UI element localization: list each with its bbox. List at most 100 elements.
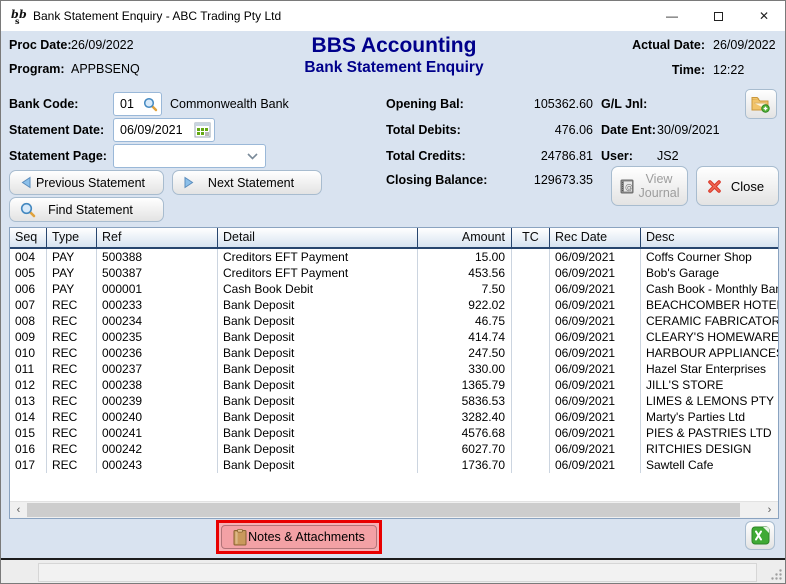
table-row[interactable]: 014 REC 000240 Bank Deposit 3282.40 06/0… xyxy=(10,409,778,425)
table-row[interactable]: 011 REC 000237 Bank Deposit 330.00 06/09… xyxy=(10,361,778,377)
col-header-desc[interactable]: Desc xyxy=(641,228,778,247)
cell-rec_date: 06/09/2021 xyxy=(550,393,641,409)
cell-rec_date: 06/09/2021 xyxy=(550,361,641,377)
statement-page-select[interactable] xyxy=(113,144,266,168)
cell-type: REC xyxy=(47,329,97,345)
total-debits-label: Total Debits: xyxy=(386,123,461,137)
cell-amount: 922.02 xyxy=(418,297,512,313)
notes-highlight-annotation: Notes & Attachments xyxy=(216,520,382,554)
bank-code-lookup-icon[interactable] xyxy=(143,97,161,112)
cell-desc: JILL'S STORE xyxy=(646,378,724,392)
opening-bal-value: 105362.60 xyxy=(533,97,593,111)
table-row[interactable]: 015 REC 000241 Bank Deposit 4576.68 06/0… xyxy=(10,425,778,441)
cell-detail: Bank Deposit xyxy=(218,313,418,329)
cell-ref: 000241 xyxy=(97,425,218,441)
user-label: User: xyxy=(601,149,633,163)
view-journal-button[interactable]: @ View Journal xyxy=(611,166,688,206)
cell-type: PAY xyxy=(47,265,97,281)
cell-ref: 000240 xyxy=(97,409,218,425)
table-row[interactable]: 012 REC 000238 Bank Deposit 1365.79 06/0… xyxy=(10,377,778,393)
cell-tc xyxy=(512,393,550,409)
col-header-amount[interactable]: Amount xyxy=(418,228,512,247)
cell-desc: HARBOUR APPLIANCES xyxy=(646,346,778,360)
gl-jnl-attach-button[interactable] xyxy=(745,89,777,119)
col-header-type[interactable]: Type xyxy=(47,228,97,247)
chevron-down-icon xyxy=(247,152,265,160)
notes-attachments-button[interactable]: Notes & Attachments xyxy=(221,525,377,549)
cell-detail: Bank Deposit xyxy=(218,393,418,409)
cell-rec_date: 06/09/2021 xyxy=(550,425,641,441)
table-row[interactable]: 005 PAY 500387 Creditors EFT Payment 453… xyxy=(10,265,778,281)
table-row[interactable]: 016 REC 000242 Bank Deposit 6027.70 06/0… xyxy=(10,441,778,457)
col-header-ref[interactable]: Ref xyxy=(97,228,218,247)
cell-type: REC xyxy=(47,345,97,361)
scroll-right-icon[interactable]: › xyxy=(761,502,778,518)
statement-date-value: 06/09/2021 xyxy=(120,123,183,137)
table-row[interactable]: 017 REC 000243 Bank Deposit 1736.70 06/0… xyxy=(10,457,778,473)
cell-seq: 006 xyxy=(10,281,47,297)
cell-ref: 000237 xyxy=(97,361,218,377)
folder-add-icon xyxy=(751,95,771,113)
status-bar xyxy=(1,560,785,583)
cell-type: REC xyxy=(47,393,97,409)
maximize-button[interactable] xyxy=(695,1,741,31)
cell-amount: 5836.53 xyxy=(418,393,512,409)
actual-date-label: Actual Date: xyxy=(632,38,705,52)
cell-amount: 15.00 xyxy=(418,249,512,265)
cell-ref: 000234 xyxy=(97,313,218,329)
export-excel-button[interactable] xyxy=(745,521,775,550)
cell-tc xyxy=(512,313,550,329)
cell-seq: 017 xyxy=(10,457,47,473)
cell-amount: 3282.40 xyxy=(418,409,512,425)
cell-detail: Bank Deposit xyxy=(218,329,418,345)
col-header-detail[interactable]: Detail xyxy=(218,228,418,247)
table-row[interactable]: 007 REC 000233 Bank Deposit 922.02 06/09… xyxy=(10,297,778,313)
next-statement-button[interactable]: Next Statement xyxy=(172,170,322,195)
find-statement-label: Find Statement xyxy=(48,202,133,217)
scrollbar-thumb[interactable] xyxy=(27,503,740,517)
cell-ref: 500388 xyxy=(97,249,218,265)
resize-grip-icon[interactable] xyxy=(770,568,783,581)
cell-detail: Creditors EFT Payment xyxy=(218,249,418,265)
statement-page-label: Statement Page: xyxy=(9,149,107,163)
cell-tc xyxy=(512,265,550,281)
scroll-left-icon[interactable]: ‹ xyxy=(10,502,27,518)
previous-statement-button[interactable]: Previous Statement xyxy=(9,170,164,195)
table-row[interactable]: 010 REC 000236 Bank Deposit 247.50 06/09… xyxy=(10,345,778,361)
cell-seq: 010 xyxy=(10,345,47,361)
find-statement-button[interactable]: Find Statement xyxy=(9,197,164,222)
status-panel xyxy=(38,563,757,582)
window-close-button[interactable]: ✕ xyxy=(741,1,785,31)
window-title: Bank Statement Enquiry - ABC Trading Pty… xyxy=(33,9,282,23)
cell-ref: 000239 xyxy=(97,393,218,409)
col-header-seq[interactable]: Seq xyxy=(10,228,47,247)
cell-ref: 000238 xyxy=(97,377,218,393)
table-row[interactable]: 009 REC 000235 Bank Deposit 414.74 06/09… xyxy=(10,329,778,345)
client-area: Proc Date: 26/09/2022 Program: APPBSENQ … xyxy=(1,31,785,558)
cell-rec_date: 06/09/2021 xyxy=(550,409,641,425)
table-row[interactable]: 006 PAY 000001 Cash Book Debit 7.50 06/0… xyxy=(10,281,778,297)
statement-date-field[interactable]: 06/09/2021 xyxy=(113,118,215,142)
cell-detail: Bank Deposit xyxy=(218,345,418,361)
col-header-tc[interactable]: TC xyxy=(512,228,550,247)
cell-rec_date: 06/09/2021 xyxy=(550,377,641,393)
excel-icon xyxy=(751,526,770,545)
cell-amount: 6027.70 xyxy=(418,441,512,457)
maximize-icon xyxy=(713,11,723,21)
close-button[interactable]: Close xyxy=(696,166,779,206)
col-header-rec-date[interactable]: Rec Date xyxy=(550,228,641,247)
bank-code-field[interactable]: 01 xyxy=(113,92,162,116)
gl-jnl-label: G/L Jnl: xyxy=(601,97,648,111)
cell-desc: CLEARY'S HOMEWARES xyxy=(646,330,778,344)
horizontal-scrollbar[interactable]: ‹ › xyxy=(10,501,778,518)
cell-desc: Marty's Parties Ltd xyxy=(646,410,745,424)
cell-rec_date: 06/09/2021 xyxy=(550,313,641,329)
cell-desc: Coffs Courner Shop xyxy=(646,250,752,264)
cell-type: REC xyxy=(47,297,97,313)
table-row[interactable]: 008 REC 000234 Bank Deposit 46.75 06/09/… xyxy=(10,313,778,329)
table-row[interactable]: 013 REC 000239 Bank Deposit 5836.53 06/0… xyxy=(10,393,778,409)
minimize-button[interactable]: — xyxy=(649,1,695,31)
calendar-icon[interactable] xyxy=(194,122,214,139)
table-row[interactable]: 004 PAY 500388 Creditors EFT Payment 15.… xyxy=(10,249,778,265)
cell-tc xyxy=(512,441,550,457)
